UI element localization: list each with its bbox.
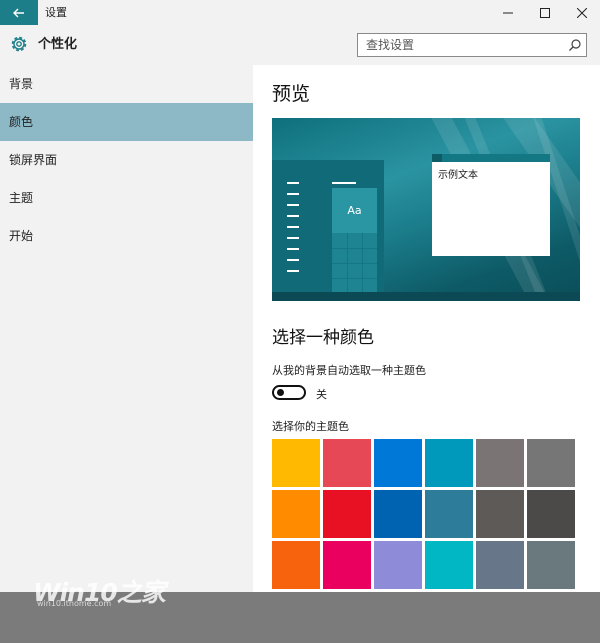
menu-line: [287, 204, 299, 206]
preview-window: 示例文本: [432, 154, 550, 256]
accent-swatch[interactable]: [374, 490, 422, 538]
accent-swatch[interactable]: [425, 490, 473, 538]
accent-swatch[interactable]: [323, 490, 371, 538]
tile-grid-line: [332, 278, 377, 279]
search-box[interactable]: [357, 33, 587, 57]
header: 个性化: [0, 25, 600, 65]
back-arrow-icon: [13, 8, 24, 17]
accent-swatch[interactable]: [527, 439, 575, 487]
back-button[interactable]: [0, 0, 38, 25]
toggle-state-label: 关: [316, 388, 327, 401]
menu-line: [287, 259, 299, 261]
settings-window: 设置 个性化 背景 颜色 锁屏界面 主题 开始: [0, 0, 600, 592]
accent-swatch[interactable]: [527, 490, 575, 538]
accent-swatch[interactable]: [425, 541, 473, 589]
preview-start-menu: Aa: [272, 160, 384, 292]
accent-swatch[interactable]: [476, 439, 524, 487]
close-button[interactable]: [564, 0, 600, 25]
choose-color-heading: 选择一种颜色: [272, 328, 374, 348]
preview-heading: 预览: [272, 83, 311, 105]
accent-swatch[interactable]: [272, 541, 320, 589]
menu-line: [287, 226, 299, 228]
preview-window-titlebar: [432, 154, 550, 162]
tile-grid-line: [332, 263, 377, 264]
maximize-button[interactable]: [527, 0, 563, 25]
menu-line: [287, 182, 299, 184]
sidebar-item-start[interactable]: 开始: [0, 217, 253, 255]
accent-swatch[interactable]: [272, 439, 320, 487]
tile-grid-line: [332, 248, 377, 249]
gear-icon: [11, 36, 27, 52]
search-icon[interactable]: [568, 38, 582, 52]
sidebar-item-themes[interactable]: 主题: [0, 179, 253, 217]
accent-swatch[interactable]: [374, 541, 422, 589]
sidebar-item-lock-screen[interactable]: 锁屏界面: [0, 141, 253, 179]
preview-taskbar: [272, 292, 580, 301]
menu-bar: [332, 182, 356, 184]
auto-pick-label: 从我的背景自动选取一种主题色: [272, 364, 426, 377]
search-input[interactable]: [358, 34, 566, 56]
minimize-button[interactable]: [490, 0, 526, 25]
title-bar: 设置: [0, 0, 600, 25]
accent-swatch[interactable]: [527, 541, 575, 589]
sidebar: 背景 颜色 锁屏界面 主题 开始: [0, 65, 253, 592]
maximize-icon: [540, 7, 550, 18]
section-title: 个性化: [38, 37, 78, 52]
close-icon: [577, 7, 587, 18]
color-preview: Aa 示例文本: [272, 118, 580, 301]
watermark-url: win10.ithome.com: [37, 599, 112, 608]
accent-color-label: 选择你的主题色: [272, 420, 349, 433]
accent-swatch[interactable]: [374, 439, 422, 487]
accent-swatch[interactable]: [476, 490, 524, 538]
tile-grid-line: [362, 233, 363, 292]
content-pane: 预览 Aa 示例文本 选择一种颜色 从我的背景自动选取一种主题色 关 选择你的主…: [253, 65, 600, 592]
window-title: 设置: [45, 6, 67, 19]
menu-line: [287, 237, 299, 239]
menu-line: [287, 270, 299, 272]
auto-pick-toggle[interactable]: [272, 385, 306, 400]
preview-window-text: 示例文本: [438, 170, 478, 181]
minimize-icon: [503, 12, 513, 13]
accent-swatch[interactable]: [323, 541, 371, 589]
tile-grid-line: [347, 233, 348, 292]
menu-line: [287, 248, 299, 250]
menu-line: [287, 215, 299, 217]
toggle-knob: [277, 389, 284, 396]
preview-tile-aa: Aa: [332, 188, 377, 233]
accent-swatch[interactable]: [425, 439, 473, 487]
accent-swatch[interactable]: [476, 541, 524, 589]
accent-swatch[interactable]: [272, 490, 320, 538]
accent-swatch[interactable]: [323, 439, 371, 487]
sidebar-item-background[interactable]: 背景: [0, 65, 253, 103]
menu-line: [287, 193, 299, 195]
sidebar-item-colors[interactable]: 颜色: [0, 103, 253, 141]
